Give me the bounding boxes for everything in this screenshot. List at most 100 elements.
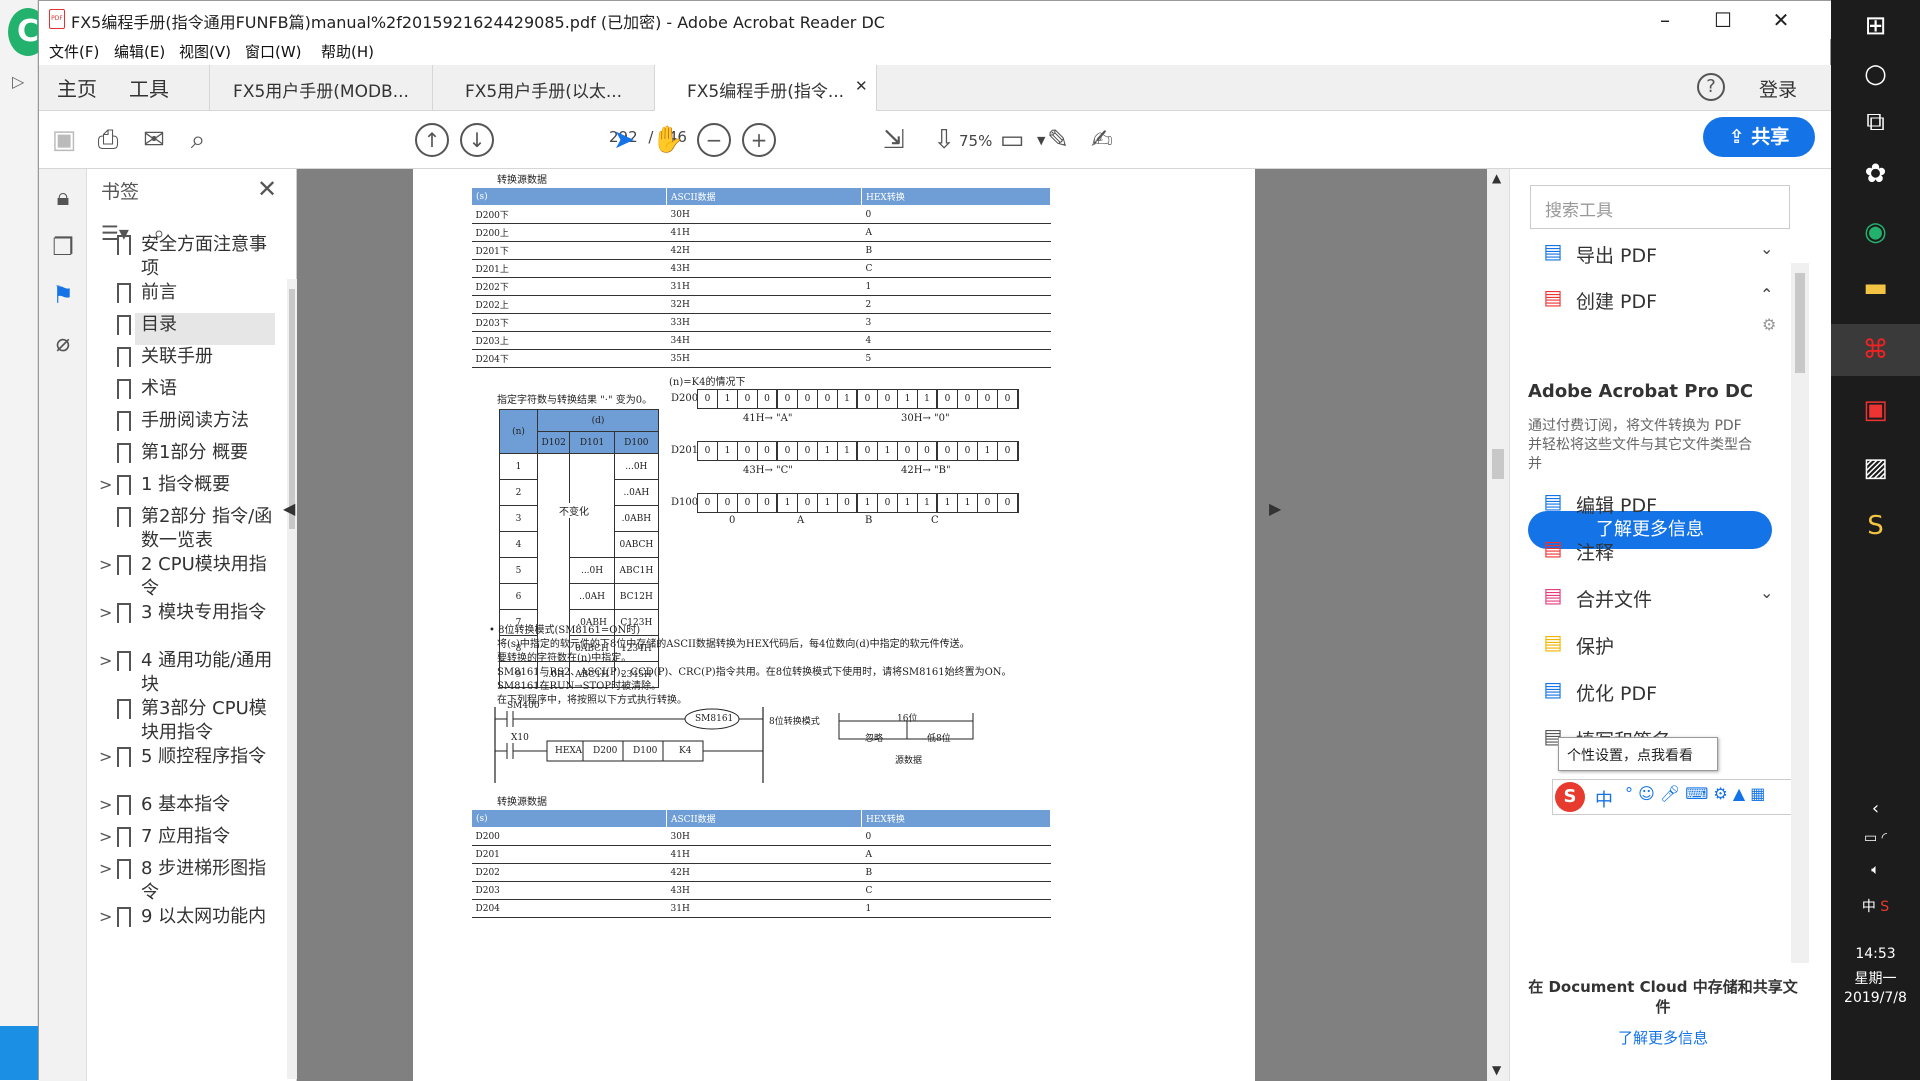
app-red-icon[interactable]: ▣	[1831, 384, 1920, 436]
pages-icon[interactable]: ❐	[49, 233, 77, 263]
chevron-right-icon[interactable]: >	[99, 473, 112, 497]
menu-edit[interactable]: 编辑(E)	[114, 41, 165, 62]
tools-scrollbar[interactable]	[1791, 263, 1809, 963]
chevron-right-icon[interactable]: >	[99, 793, 112, 817]
bookmark-item[interactable]: 第2部分 指令/函数一览表	[87, 505, 287, 553]
help-icon[interactable]: ?	[1697, 73, 1725, 101]
comment-tool-icon[interactable]: ▭	[995, 123, 1029, 157]
tray-ime[interactable]: 中 S	[1831, 896, 1920, 916]
bookmark-item[interactable]: >3 模块专用指令	[87, 601, 287, 649]
expand-right-icon[interactable]: ▶	[1269, 499, 1281, 518]
bookmark-item[interactable]: >4 通用功能/通用块	[87, 649, 287, 697]
menu-view[interactable]: 视图(V)	[179, 41, 231, 62]
bookmark-item[interactable]: >5 顺控程序指令	[87, 745, 287, 793]
next-page-icon[interactable]: ↓	[460, 123, 494, 157]
windows-start-icon[interactable]: ⊞	[1831, 0, 1920, 52]
chevron-right-icon[interactable]: >	[99, 601, 112, 625]
document-scrollbar[interactable]: ▲ ▼	[1487, 169, 1509, 1081]
close-tab-icon[interactable]: ✕	[855, 77, 868, 95]
menu-help[interactable]: 帮助(H)	[321, 41, 374, 62]
bookmark-item[interactable]: >9 以太网功能内	[87, 905, 287, 953]
tool-item[interactable]: ▤ 合并文件 ⌄	[1530, 579, 1790, 619]
tool-item[interactable]: ▤ 创建 PDF ⌃	[1530, 281, 1790, 321]
scroll-up-icon[interactable]: ▲	[1492, 171, 1501, 185]
zoom-in-icon[interactable]: +	[742, 123, 776, 157]
highlight-pen-icon[interactable]: ✎	[1041, 123, 1075, 157]
search-tools-input[interactable]: 搜索工具	[1530, 185, 1790, 229]
hand-tool-icon[interactable]: ✋	[651, 123, 685, 157]
print-icon[interactable]: ⎙	[91, 123, 125, 157]
bookmark-item[interactable]: 前言	[87, 281, 287, 313]
attachment-icon[interactable]: ⌀	[49, 329, 77, 359]
scroll-mode-icon[interactable]: ⇩	[927, 123, 961, 157]
file-explorer-icon[interactable]: ▬	[1831, 262, 1920, 314]
chevron-icon[interactable]: ⌃	[1760, 285, 1773, 304]
tool-item[interactable]: ▤ 编辑 PDF	[1530, 485, 1790, 525]
document-view[interactable]: ◀ 转换源数据 (s) ASCII数据 HEX转换 D200下 30H 0 D200上…	[283, 169, 1509, 1081]
tool-item[interactable]: ▤ 优化 PDF	[1530, 673, 1790, 713]
clock-time[interactable]: 14:53	[1831, 946, 1920, 962]
tool-item[interactable]: ▤ 保护	[1530, 626, 1790, 666]
acrobat-taskbar-icon[interactable]: ⌘	[1831, 324, 1920, 376]
chevron-icon[interactable]: ⌄	[1760, 239, 1773, 258]
chevron-right-icon[interactable]: >	[99, 745, 112, 769]
fit-page-icon[interactable]: ⇲	[877, 123, 911, 157]
select-cursor-icon[interactable]: ➤	[607, 123, 641, 157]
bookmark-panel-icon[interactable]: ⚑	[49, 281, 77, 311]
save-icon[interactable]: ▣	[47, 123, 81, 157]
ime-toolbar[interactable]: S 中 ° ☺ 🎤︎ ⌨ ⚙ ▲ ▦	[1552, 779, 1792, 815]
volume-icon[interactable]: 🔈︎	[1831, 862, 1920, 878]
tab-doc-3[interactable]: FX5编程手册(指令... ✕	[655, 65, 877, 111]
share-button[interactable]: ⇪ 共享	[1703, 117, 1815, 157]
tool-item[interactable]: ▤ 导出 PDF ⌄	[1530, 235, 1790, 275]
photos-icon[interactable]: ▨	[1831, 442, 1920, 494]
search-icon[interactable]	[0, 1026, 38, 1080]
expand-arrow-icon[interactable]: ▷	[12, 72, 24, 91]
chevron-icon[interactable]: ⌄	[1760, 583, 1773, 602]
menu-file[interactable]: 文件(F)	[49, 41, 99, 62]
scroll-thumb[interactable]	[1492, 449, 1504, 479]
zoom-out-icon[interactable]: −	[697, 123, 731, 157]
chevron-right-icon[interactable]: >	[99, 649, 112, 673]
tab-doc-1[interactable]: FX5用户手册(MODB...	[209, 65, 433, 111]
chevron-up-icon[interactable]: ‹	[1831, 798, 1920, 819]
login-link[interactable]: 登录	[1759, 75, 1797, 102]
ime-mode[interactable]: 中	[1595, 786, 1613, 812]
bookmark-item[interactable]: 第3部分 CPU模块用指令	[87, 697, 287, 745]
bookmark-item[interactable]: >1 指令概要	[87, 473, 287, 505]
chevron-right-icon[interactable]: >	[99, 857, 112, 881]
cortana-icon[interactable]: ○	[1831, 48, 1920, 100]
battery-icon[interactable]: ▭ ◜	[1831, 830, 1920, 846]
tool-item[interactable]: ▤ 注释	[1530, 532, 1790, 572]
tab-home[interactable]: 主页	[57, 73, 97, 102]
ime-tools-icon[interactable]: ° ☺ 🎤︎ ⌨ ⚙ ▲ ▦	[1625, 784, 1765, 803]
bookmark-item[interactable]: >6 基本指令	[87, 793, 287, 825]
bookmark-item[interactable]: 手册阅读方法	[87, 409, 287, 441]
tab-tools[interactable]: 工具	[129, 73, 169, 102]
chevron-right-icon[interactable]: >	[99, 553, 112, 577]
chevron-right-icon[interactable]: >	[99, 905, 112, 929]
scroll-thumb[interactable]	[1795, 273, 1805, 373]
bookmark-item[interactable]: >8 步进梯形图指令	[87, 857, 287, 905]
minimize-button[interactable]: –	[1636, 1, 1694, 39]
bookmark-scrollbar[interactable]	[287, 279, 297, 1079]
sign-icon[interactable]: ✍	[1085, 123, 1119, 157]
collapse-left-icon[interactable]: ◀	[283, 499, 295, 518]
bookmark-item[interactable]: >2 CPU模块用指令	[87, 553, 287, 601]
scroll-down-icon[interactable]: ▼	[1492, 1063, 1501, 1077]
bookmark-item[interactable]: 安全方面注意事项	[87, 233, 287, 281]
close-window-button[interactable]: ✕	[1752, 1, 1810, 39]
bookmark-item[interactable]: 目录	[117, 313, 275, 345]
bookmark-item[interactable]: 关联手册	[87, 345, 287, 377]
maximize-button[interactable]: ☐	[1694, 1, 1752, 39]
sogou-icon[interactable]: S	[1555, 782, 1585, 812]
cloud-learn-more-link[interactable]: 了解更多信息	[1528, 1027, 1798, 1048]
email-icon[interactable]: ✉	[137, 123, 171, 157]
menu-window[interactable]: 窗口(W)	[245, 41, 302, 62]
task-view-icon[interactable]: ⧉	[1831, 96, 1920, 148]
browser-icon[interactable]: ◉	[1831, 206, 1920, 258]
app-yellow-icon[interactable]: S	[1831, 500, 1920, 552]
lock-icon[interactable]: 🔒︎	[49, 183, 77, 213]
tab-doc-2[interactable]: FX5用户手册(以太...	[433, 65, 655, 111]
prev-page-icon[interactable]: ↑	[415, 123, 449, 157]
